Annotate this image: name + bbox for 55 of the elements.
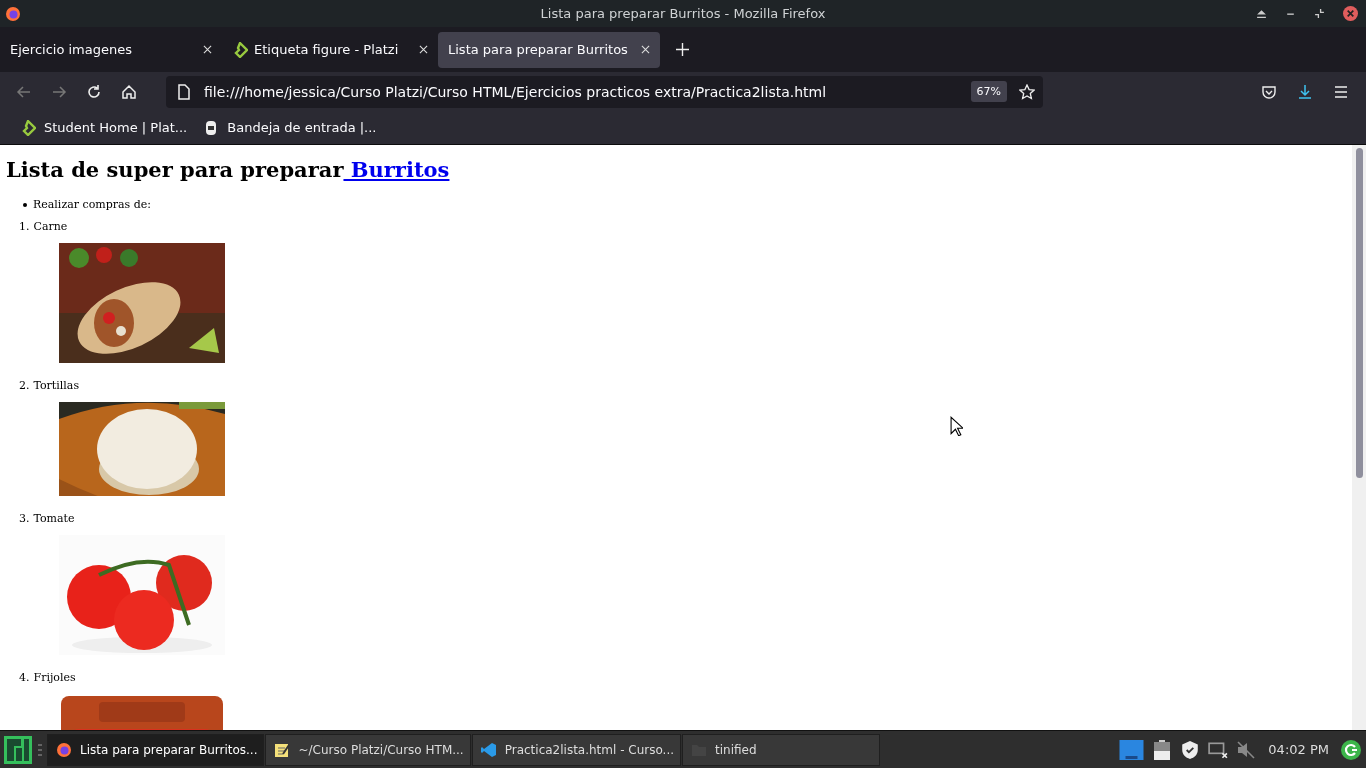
window-icon[interactable]: [1119, 739, 1145, 760]
taskbar-task[interactable]: tinified: [682, 733, 881, 766]
address-bar[interactable]: file:///home/jessica/Curso Platzi/Curso HTML/Ejercicios practicos extra/Practica2lista.html 67%: [166, 75, 1043, 108]
diamond-icon: [20, 119, 36, 136]
bullet-icon: [23, 202, 27, 207]
muted-speaker-icon[interactable]: [1236, 739, 1257, 760]
taskbar-task[interactable]: Lista para preparar Burritos...: [47, 733, 265, 766]
list-number: 1.: [19, 220, 30, 233]
bookmark[interactable]: Student Home | Plat...: [20, 119, 188, 136]
window-title: Lista para preparar Burritos - Mozilla Firefox: [540, 6, 826, 21]
star-icon[interactable]: [1019, 83, 1035, 100]
pocket-icon[interactable]: [1261, 83, 1277, 100]
back-icon[interactable]: [16, 83, 32, 100]
list-text: Frijoles: [33, 671, 76, 684]
download-icon[interactable]: [1297, 83, 1313, 100]
list-text: Realizar compras de:: [33, 198, 151, 211]
list-number: 4.: [19, 671, 30, 684]
list-text: Tortillas: [33, 379, 80, 392]
scrollbar-thumb[interactable]: [1355, 148, 1363, 478]
drag-handle-icon[interactable]: [38, 743, 42, 756]
taskbar-task[interactable]: ~/Curso Platzi/Curso HTM...: [265, 733, 471, 766]
diamond-icon: [232, 41, 248, 58]
menu-icon[interactable]: [1333, 83, 1349, 100]
home-icon[interactable]: [121, 83, 137, 100]
page-icon: [178, 83, 190, 100]
zoom-level[interactable]: 67%: [970, 81, 1007, 102]
list-number: 2.: [19, 379, 30, 392]
eject-icon[interactable]: [1256, 8, 1267, 19]
browser-tab[interactable]: Ejercicio imagenes: [0, 31, 222, 68]
taskbar-task[interactable]: Practica2lista.html - Curso...: [471, 733, 682, 766]
close-icon[interactable]: [641, 45, 650, 54]
new-tab-icon[interactable]: [676, 43, 689, 56]
battery-icon[interactable]: [1152, 739, 1173, 760]
page-heading: Lista de super para preparar Burritos: [6, 157, 451, 182]
list-text: Carne: [33, 220, 68, 233]
firefox-icon: [5, 5, 21, 22]
firefox-icon: [56, 741, 72, 758]
forward-icon[interactable]: [51, 83, 67, 100]
maximize-icon[interactable]: [1314, 8, 1325, 19]
close-icon[interactable]: [203, 45, 212, 54]
notepad-icon: [274, 741, 291, 758]
shield-icon[interactable]: [1180, 739, 1201, 760]
list-text: Tomate: [33, 512, 75, 525]
browser-tab[interactable]: Lista para preparar Burritos: [438, 31, 660, 68]
update-icon[interactable]: [1341, 739, 1361, 760]
list-number: 3.: [19, 512, 30, 525]
close-icon[interactable]: [419, 45, 428, 54]
reload-icon[interactable]: [86, 83, 102, 100]
cursor-icon: [950, 416, 963, 436]
start-menu-icon[interactable]: [4, 735, 32, 764]
clock[interactable]: 04:02 PM: [1268, 742, 1329, 757]
code-editor-icon: [480, 741, 497, 758]
bookmark[interactable]: Bandeja de entrada |...: [203, 119, 377, 136]
browser-tab[interactable]: Etiqueta figure - Platzi: [222, 31, 438, 68]
heading-link[interactable]: Burritos: [343, 157, 450, 182]
